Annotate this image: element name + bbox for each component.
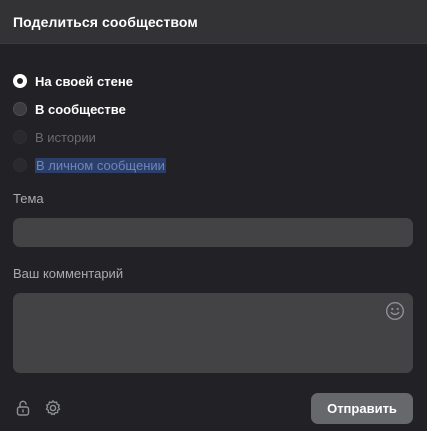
gear-icon[interactable] xyxy=(44,399,62,417)
comment-label: Ваш комментарий xyxy=(13,266,124,281)
lock-icon[interactable] xyxy=(14,399,32,417)
radio-disabled-icon xyxy=(13,130,27,144)
share-option-community[interactable]: В сообществе xyxy=(13,100,166,118)
share-option-label: В личном сообщении xyxy=(35,157,166,173)
topic-label: Тема xyxy=(13,191,44,206)
share-option-private-message: В личном сообщении xyxy=(13,156,166,174)
topic-input[interactable] xyxy=(13,218,413,247)
smile-icon[interactable] xyxy=(385,301,405,321)
radio-disabled-icon xyxy=(13,158,27,172)
share-option-label: В сообществе xyxy=(35,101,126,117)
share-option-own-wall[interactable]: На своей стене xyxy=(13,72,166,90)
share-option-label: На своей стене xyxy=(35,73,133,89)
send-button[interactable]: Отправить xyxy=(311,393,413,424)
share-options-group: На своей стене В сообществе В истории В … xyxy=(13,72,166,184)
share-option-story: В истории xyxy=(13,128,166,146)
share-community-dialog: Поделиться сообществом На своей стене В … xyxy=(0,0,427,431)
share-option-label: В истории xyxy=(35,129,96,145)
comment-textarea[interactable] xyxy=(13,293,413,373)
dialog-header: Поделиться сообществом xyxy=(0,0,427,44)
radio-unchecked-icon[interactable] xyxy=(13,102,27,116)
radio-checked-icon[interactable] xyxy=(13,74,27,88)
dialog-title: Поделиться сообществом xyxy=(13,13,198,30)
